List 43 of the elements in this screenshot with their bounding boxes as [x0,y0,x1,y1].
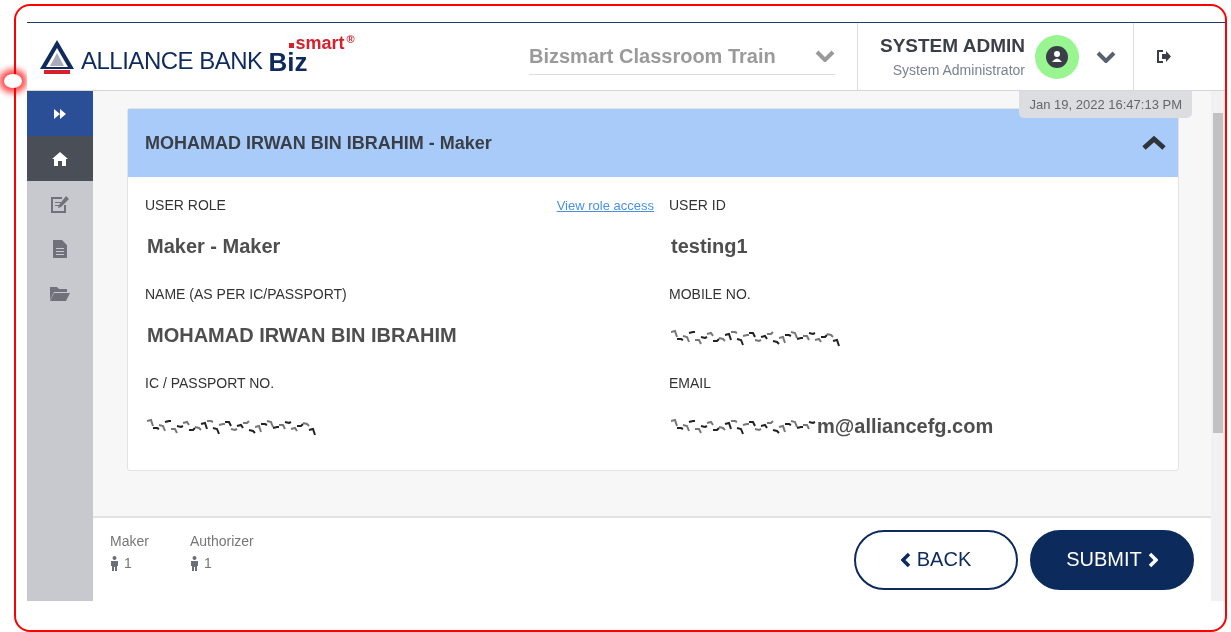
submit-button[interactable]: SUBMIT [1030,529,1194,590]
bank-name: ALLIANCE BANK [81,46,263,75]
field-value: m@alliancefg.com [817,414,994,438]
chevron-right-icon [1147,551,1158,568]
folder-icon [49,285,71,302]
annotation-marker [4,74,22,88]
edit-icon [50,194,70,213]
role-count: 1 [203,555,212,571]
view-role-link[interactable]: View role access [556,197,654,213]
user-icon [1045,45,1068,68]
field-label: MOBILE NO. [669,286,751,302]
card-header[interactable]: MOHAMAD IRWAN BIN IBRAHIM - Maker [128,109,1178,177]
logout-icon [1157,50,1173,63]
role-label: Maker [110,533,149,549]
field-label: IC / PASSPORT NO. [145,375,275,391]
field-value: testing1 [671,235,748,258]
timestamp: Jan 19, 2022 16:47:13 PM [1019,91,1192,118]
user-name: SYSTEM ADMIN [880,35,1025,57]
card-title: MOHAMAD IRWAN BIN IBRAHIM - Maker [145,132,492,154]
brand-name: Biz [268,48,308,75]
field-label: EMAIL [669,375,711,391]
double-chevron-icon [53,107,67,120]
field-label: NAME (AS PER IC/PASSPORT) [145,286,347,302]
role-count: 1 [124,555,132,571]
field-value: MOHAMAD IRWAN BIN IBRAHIM [147,324,457,347]
document-icon [52,238,68,259]
back-button[interactable]: BACK [854,529,1018,590]
home-icon [51,150,69,167]
sidebar-toggle[interactable] [27,91,93,136]
chevron-down-icon [1095,50,1116,63]
field-value: Maker - Maker [147,235,281,258]
field-label: USER ROLE [145,197,226,213]
person-icon [189,555,199,571]
user-role: System Administrator [892,62,1025,78]
scrollbar[interactable] [1211,91,1225,601]
person-icon [110,555,119,571]
field-label: USER ID [669,197,726,213]
chevron-down-icon [815,50,835,62]
sidebar-item[interactable] [27,136,93,181]
bank-logo-icon [39,38,75,75]
chevron-left-icon [900,551,911,568]
role-label: Authorizer [189,533,254,549]
chevron-up-icon [1141,135,1167,151]
